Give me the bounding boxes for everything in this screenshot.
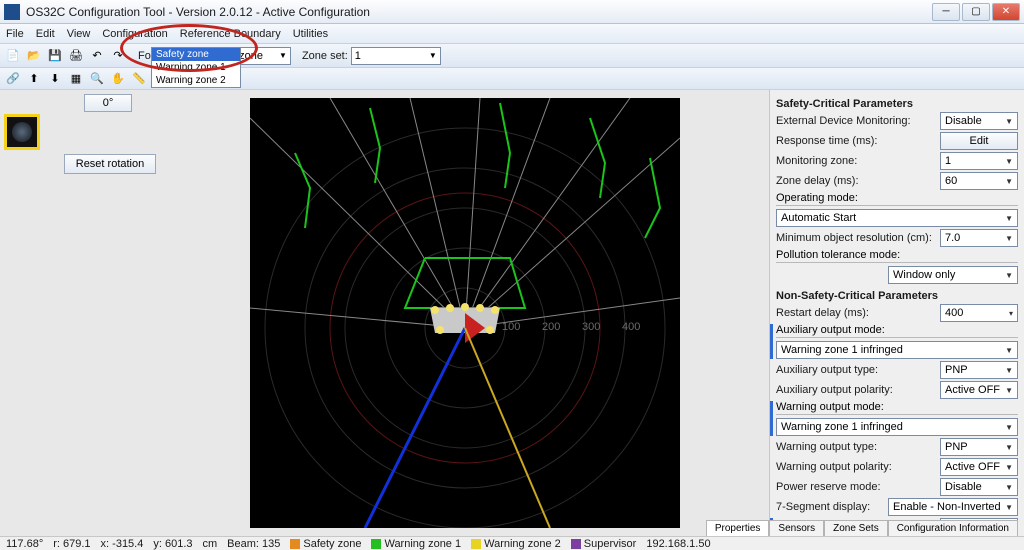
- fg-option-wz2[interactable]: Warning zone 2: [152, 74, 240, 87]
- status-supervisor: Supervisor: [571, 538, 637, 550]
- tool-print-icon[interactable]: 🖨: [67, 47, 85, 65]
- warn-out-mode-select[interactable]: Warning zone 1 infringed▼: [776, 418, 1018, 436]
- tool-upload-icon[interactable]: ⬆: [25, 70, 43, 88]
- svg-text:100: 100: [502, 321, 520, 333]
- svg-text:300: 300: [582, 321, 600, 333]
- menu-configuration[interactable]: Configuration: [102, 28, 167, 40]
- status-x: x: -315.4: [101, 538, 144, 550]
- menu-edit[interactable]: Edit: [36, 28, 55, 40]
- window-title: OS32C Configuration Tool - Version 2.0.1…: [26, 5, 932, 19]
- menu-reference-boundary[interactable]: Reference Boundary: [180, 28, 281, 40]
- restart-delay-label: Restart delay (ms):: [776, 307, 936, 319]
- ext-dev-select[interactable]: Disable▼: [940, 112, 1018, 130]
- zone-delay-select[interactable]: 60▼: [940, 172, 1018, 190]
- tool-redo-icon[interactable]: ↷: [109, 47, 127, 65]
- status-wz2: Warning zone 2: [471, 538, 561, 550]
- ext-dev-label: External Device Monitoring:: [776, 115, 936, 127]
- svg-text:400: 400: [622, 321, 640, 333]
- foreground-dropdown-list[interactable]: Safety zone Warning zone 1 Warning zone …: [151, 47, 241, 88]
- tab-properties[interactable]: Properties: [706, 520, 770, 536]
- menu-bar: File Edit View Configuration Reference B…: [0, 24, 1024, 44]
- tool-save-icon[interactable]: 💾: [46, 47, 64, 65]
- aux-out-mode-select[interactable]: Warning zone 1 infringed▼: [776, 341, 1018, 359]
- op-mode-label: Operating mode:: [776, 192, 1018, 204]
- aux-out-mode-label: Auxiliary output mode:: [776, 324, 1018, 336]
- tool-measure-icon[interactable]: 📏: [130, 70, 148, 88]
- aux-out-type-label: Auxiliary output type:: [776, 364, 936, 376]
- aux-out-pol-select[interactable]: Active OFF▼: [940, 381, 1018, 399]
- tool-grid-icon[interactable]: ▦: [67, 70, 85, 88]
- minimize-button[interactable]: ─: [932, 3, 960, 21]
- tool-zoom-icon[interactable]: 🔍: [88, 70, 106, 88]
- left-column: 0° Reset rotation: [0, 90, 160, 540]
- tool-open-icon[interactable]: 📂: [25, 47, 43, 65]
- status-angle: 117.68°: [6, 538, 43, 550]
- tool-connect-icon[interactable]: 🔗: [4, 70, 22, 88]
- warn-out-pol-select[interactable]: Active OFF▼: [940, 458, 1018, 476]
- menu-utilities[interactable]: Utilities: [293, 28, 328, 40]
- status-y: y: 601.3: [153, 538, 192, 550]
- menu-file[interactable]: File: [6, 28, 24, 40]
- canvas-area[interactable]: 100 200 300 400: [160, 90, 769, 540]
- tool-undo-icon[interactable]: ↶: [88, 47, 106, 65]
- status-wz1: Warning zone 1: [371, 538, 461, 550]
- warn-out-type-select[interactable]: PNP▼: [940, 438, 1018, 456]
- close-button[interactable]: ✕: [992, 3, 1020, 21]
- lidar-radar-view[interactable]: 100 200 300 400: [250, 98, 680, 528]
- warn-out-pol-label: Warning output polarity:: [776, 461, 936, 473]
- status-unit: cm: [203, 538, 218, 550]
- fg-option-safety[interactable]: Safety zone: [152, 48, 240, 61]
- min-obj-select[interactable]: 7.0▼: [940, 229, 1018, 247]
- zoneset-label: Zone set:: [302, 50, 348, 62]
- mon-zone-select[interactable]: 1▼: [940, 152, 1018, 170]
- seg7-select[interactable]: Enable - Non-Inverted▼: [888, 498, 1018, 516]
- status-beam: Beam: 135: [227, 538, 280, 550]
- svg-text:200: 200: [542, 321, 560, 333]
- parameters-panel: Safety-Critical Parameters External Devi…: [769, 90, 1024, 540]
- fg-option-wz1[interactable]: Warning zone 1: [152, 61, 240, 74]
- warn-out-mode-label: Warning output mode:: [776, 401, 1018, 413]
- poll-tol-select[interactable]: Window only▼: [888, 266, 1018, 284]
- resp-time-label: Response time (ms):: [776, 135, 936, 147]
- tool-download-icon[interactable]: ⬇: [46, 70, 64, 88]
- warn-out-type-label: Warning output type:: [776, 441, 936, 453]
- status-safety: Safety zone: [290, 538, 361, 550]
- nonsafety-params-title: Non-Safety-Critical Parameters: [776, 290, 1018, 302]
- aux-out-type-select[interactable]: PNP▼: [940, 361, 1018, 379]
- status-bar: 117.68° r: 679.1 x: -315.4 y: 601.3 cm B…: [0, 536, 1024, 550]
- power-res-label: Power reserve mode:: [776, 481, 936, 493]
- zoneset-select[interactable]: 1▼: [351, 47, 441, 65]
- poll-tol-label: Pollution tolerance mode:: [776, 249, 1018, 261]
- tab-sensors[interactable]: Sensors: [769, 520, 824, 536]
- title-bar: OS32C Configuration Tool - Version 2.0.1…: [0, 0, 1024, 24]
- seg7-label: 7-Segment display:: [776, 501, 884, 513]
- min-obj-label: Minimum object resolution (cm):: [776, 232, 936, 244]
- tool-new-icon[interactable]: 📄: [4, 47, 22, 65]
- aux-out-pol-label: Auxiliary output polarity:: [776, 384, 936, 396]
- app-icon: [4, 4, 20, 20]
- status-r: r: 679.1: [53, 538, 90, 550]
- sensor-icon: [4, 114, 40, 150]
- status-ip: 192.168.1.50: [646, 538, 710, 550]
- zone-delay-label: Zone delay (ms):: [776, 175, 936, 187]
- menu-view[interactable]: View: [67, 28, 91, 40]
- restart-delay-input[interactable]: 400▾: [940, 304, 1018, 322]
- reset-rotation-button[interactable]: Reset rotation: [64, 154, 156, 174]
- tool-pan-icon[interactable]: ✋: [109, 70, 127, 88]
- safety-params-title: Safety-Critical Parameters: [776, 98, 1018, 110]
- zero-angle-button[interactable]: 0°: [84, 94, 132, 112]
- op-mode-select[interactable]: Automatic Start▼: [776, 209, 1018, 227]
- resp-time-edit-button[interactable]: Edit: [940, 132, 1018, 150]
- tab-config-info[interactable]: Configuration Information: [888, 520, 1018, 536]
- tab-zone-sets[interactable]: Zone Sets: [824, 520, 888, 536]
- maximize-button[interactable]: ▢: [962, 3, 990, 21]
- bottom-tabs: Properties Sensors Zone Sets Configurati…: [706, 520, 1018, 536]
- mon-zone-label: Monitoring zone:: [776, 155, 936, 167]
- power-res-select[interactable]: Disable▼: [940, 478, 1018, 496]
